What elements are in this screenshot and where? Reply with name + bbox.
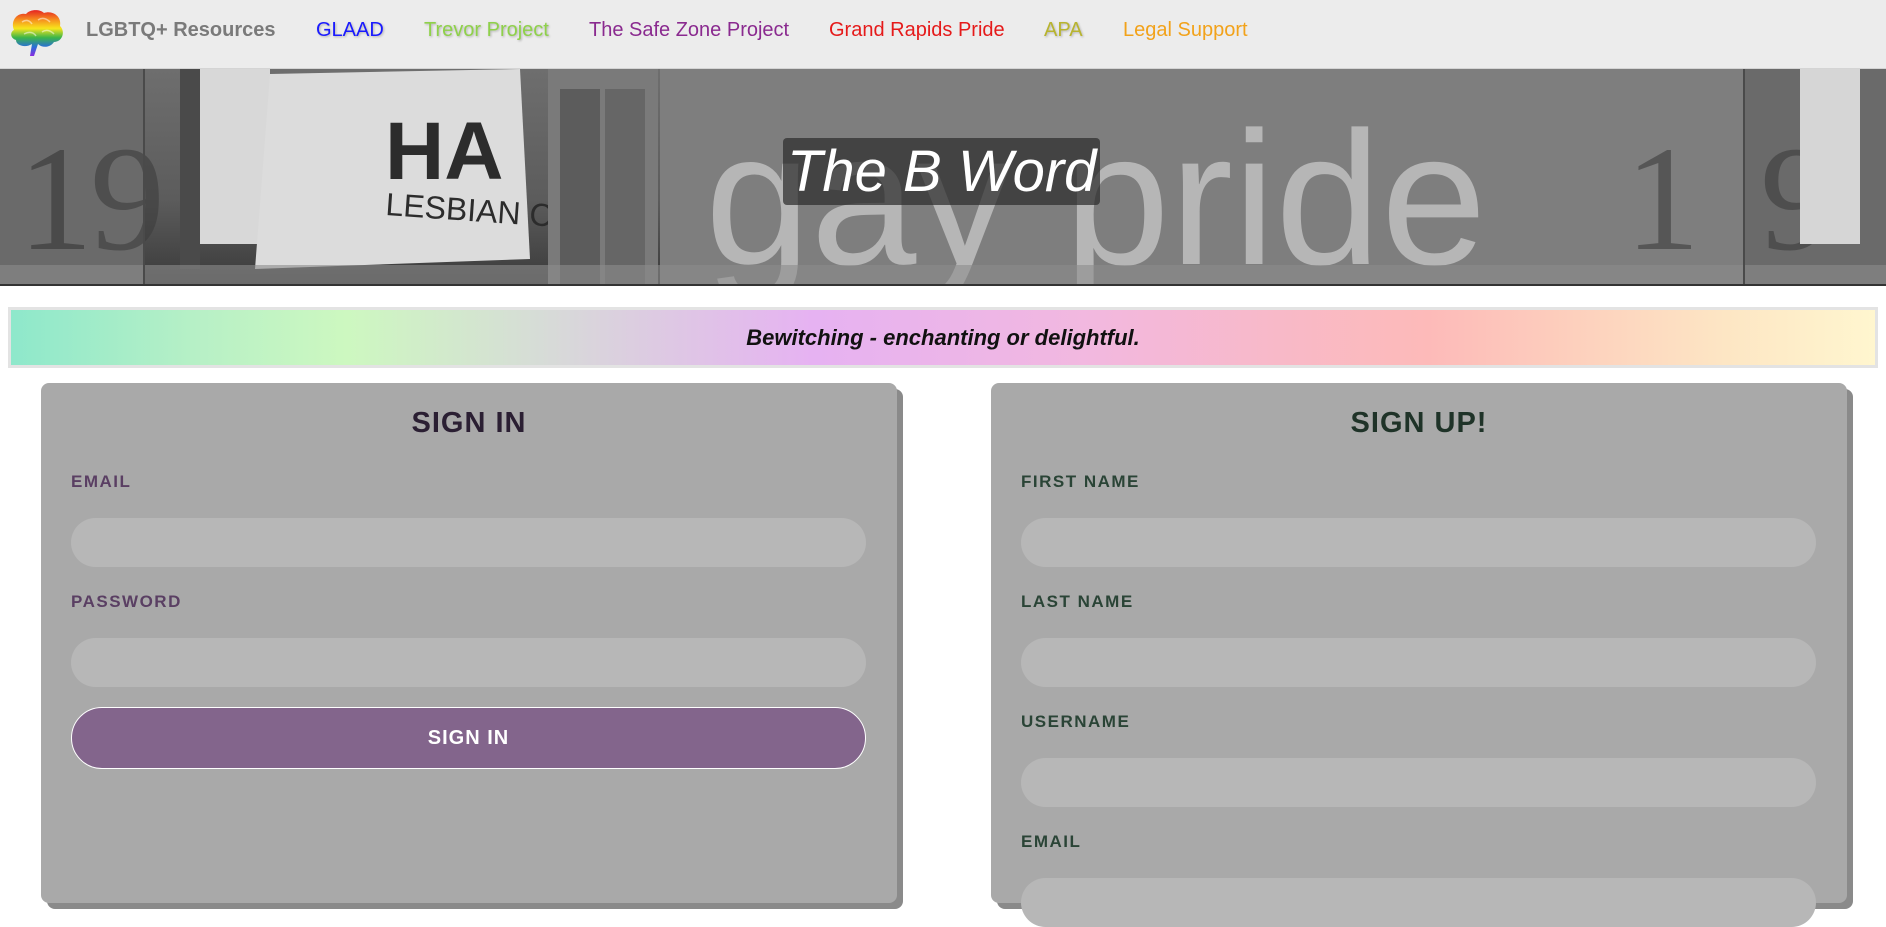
sign-up-email-input[interactable] bbox=[1021, 878, 1816, 927]
password-label: PASSWORD bbox=[71, 592, 182, 611]
sign-in-email-input[interactable] bbox=[71, 518, 866, 567]
top-navbar: LGBTQ+ Resources GLAAD Trevor Project Th… bbox=[0, 0, 1886, 69]
nav-link-glaad[interactable]: GLAAD bbox=[316, 19, 384, 42]
first-name-label: FIRST NAME bbox=[1021, 472, 1140, 491]
svg-text:HA: HA bbox=[385, 106, 503, 197]
last-name-input[interactable] bbox=[1021, 638, 1816, 687]
word-of-the-day-banner: Bewitching - enchanting or delightful. bbox=[8, 307, 1878, 368]
sign-up-email-label: EMAIL bbox=[1021, 832, 1082, 851]
sign-in-password-input[interactable] bbox=[71, 638, 866, 687]
first-name-input[interactable] bbox=[1021, 518, 1816, 567]
sign-in-card: SIGN IN EMAIL PASSWORD SIGN IN bbox=[41, 383, 897, 903]
username-input[interactable] bbox=[1021, 758, 1816, 807]
nav-link-legal-support[interactable]: Legal Support bbox=[1123, 19, 1248, 42]
username-label: USERNAME bbox=[1021, 712, 1131, 731]
email-label: EMAIL bbox=[71, 472, 132, 491]
svg-text:9: 9 bbox=[90, 116, 165, 282]
word-definition-text: Bewitching - enchanting or delightful. bbox=[746, 324, 1140, 350]
svg-text:1: 1 bbox=[1625, 116, 1700, 282]
hero-banner-image: 1 9 HA LESBIAN CO gay pride 1 9 The B Wo… bbox=[0, 69, 1886, 286]
nav-link-safe-zone-project[interactable]: The Safe Zone Project bbox=[589, 19, 789, 42]
last-name-label: LAST NAME bbox=[1021, 592, 1134, 611]
brand-title[interactable]: LGBTQ+ Resources bbox=[86, 19, 276, 42]
nav-link-trevor-project[interactable]: Trevor Project bbox=[424, 19, 549, 42]
sign-in-title: SIGN IN bbox=[411, 407, 527, 439]
sign-up-card: SIGN UP! FIRST NAME LAST NAME USERNAME E… bbox=[991, 383, 1847, 927]
rainbow-brain-logo-icon[interactable] bbox=[8, 8, 66, 58]
nav-link-grand-rapids-pride[interactable]: Grand Rapids Pride bbox=[829, 19, 1005, 42]
nav-link-apa[interactable]: APA bbox=[1044, 19, 1083, 42]
sign-in-button[interactable]: SIGN IN bbox=[71, 707, 866, 769]
hero-title: The B Word bbox=[783, 138, 1101, 205]
sign-up-title: SIGN UP! bbox=[1350, 407, 1488, 439]
svg-text:1: 1 bbox=[18, 116, 93, 282]
